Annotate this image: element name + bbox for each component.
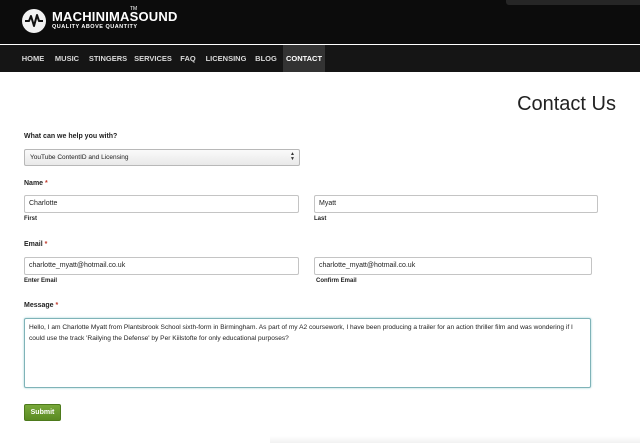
select-updown-arrows-icon: ▲ ▼ [290,151,295,162]
name-label: Name * [24,180,48,187]
name-label-text: Name [24,180,44,187]
email-input[interactable]: charlotte_myatt@hotmail.co.uk [24,257,299,275]
required-asterisk: * [44,241,48,248]
nav-item-licensing[interactable]: LICENSING [203,45,249,72]
email-label-text: Email [24,241,43,248]
nav-item-stingers[interactable]: STINGERS [87,45,129,72]
email-label: Email * [24,241,47,248]
message-textarea[interactable]: Hello, I am Charlotte Myatt from Plantsb… [24,318,591,388]
brand-tagline: QUALITY ABOVE QUANTITY [52,24,138,30]
brand-name[interactable]: MACHINIMASOUND [52,9,178,24]
message-label: Message * [24,302,58,309]
help-topic-value: YouTube ContentID and Licensing [30,154,129,161]
soundwave-logo-icon[interactable] [22,9,46,33]
confirm-email-input[interactable]: charlotte_myatt@hotmail.co.uk [314,257,592,275]
nav-item-blog[interactable]: BLOG [252,45,280,72]
nav-item-services[interactable]: SERVICES [133,45,173,72]
help-topic-select[interactable]: YouTube ContentID and Licensing ▲ ▼ [24,149,300,166]
main-nav: HOME MUSIC STINGERS SERVICES FAQ LICENSI… [0,45,640,72]
page-title: Contact Us [517,93,616,115]
submit-button[interactable]: Submit [24,404,61,421]
help-label: What can we help you with? [24,133,118,140]
last-name-sublabel: Last [314,216,327,222]
site-header: MACHINIMASOUND TM QUALITY ABOVE QUANTITY [0,0,640,44]
enter-email-sublabel: Enter Email [24,278,58,284]
header-corner-tab [506,0,640,5]
last-name-input[interactable]: Myatt [314,195,598,213]
nav-item-contact[interactable]: CONTACT [283,45,325,72]
nav-item-faq[interactable]: FAQ [177,45,199,72]
first-name-input[interactable]: Charlotte [24,195,299,213]
first-name-sublabel: First [24,216,38,222]
confirm-email-sublabel: Confirm Email [316,278,357,284]
nav-item-home[interactable]: HOME [18,45,48,72]
footer-edge [270,436,640,443]
trademark-mark: TM [130,6,138,12]
required-asterisk: * [55,302,59,309]
message-label-text: Message [24,302,54,309]
required-asterisk: * [45,180,48,187]
nav-item-music[interactable]: MUSIC [52,45,82,72]
